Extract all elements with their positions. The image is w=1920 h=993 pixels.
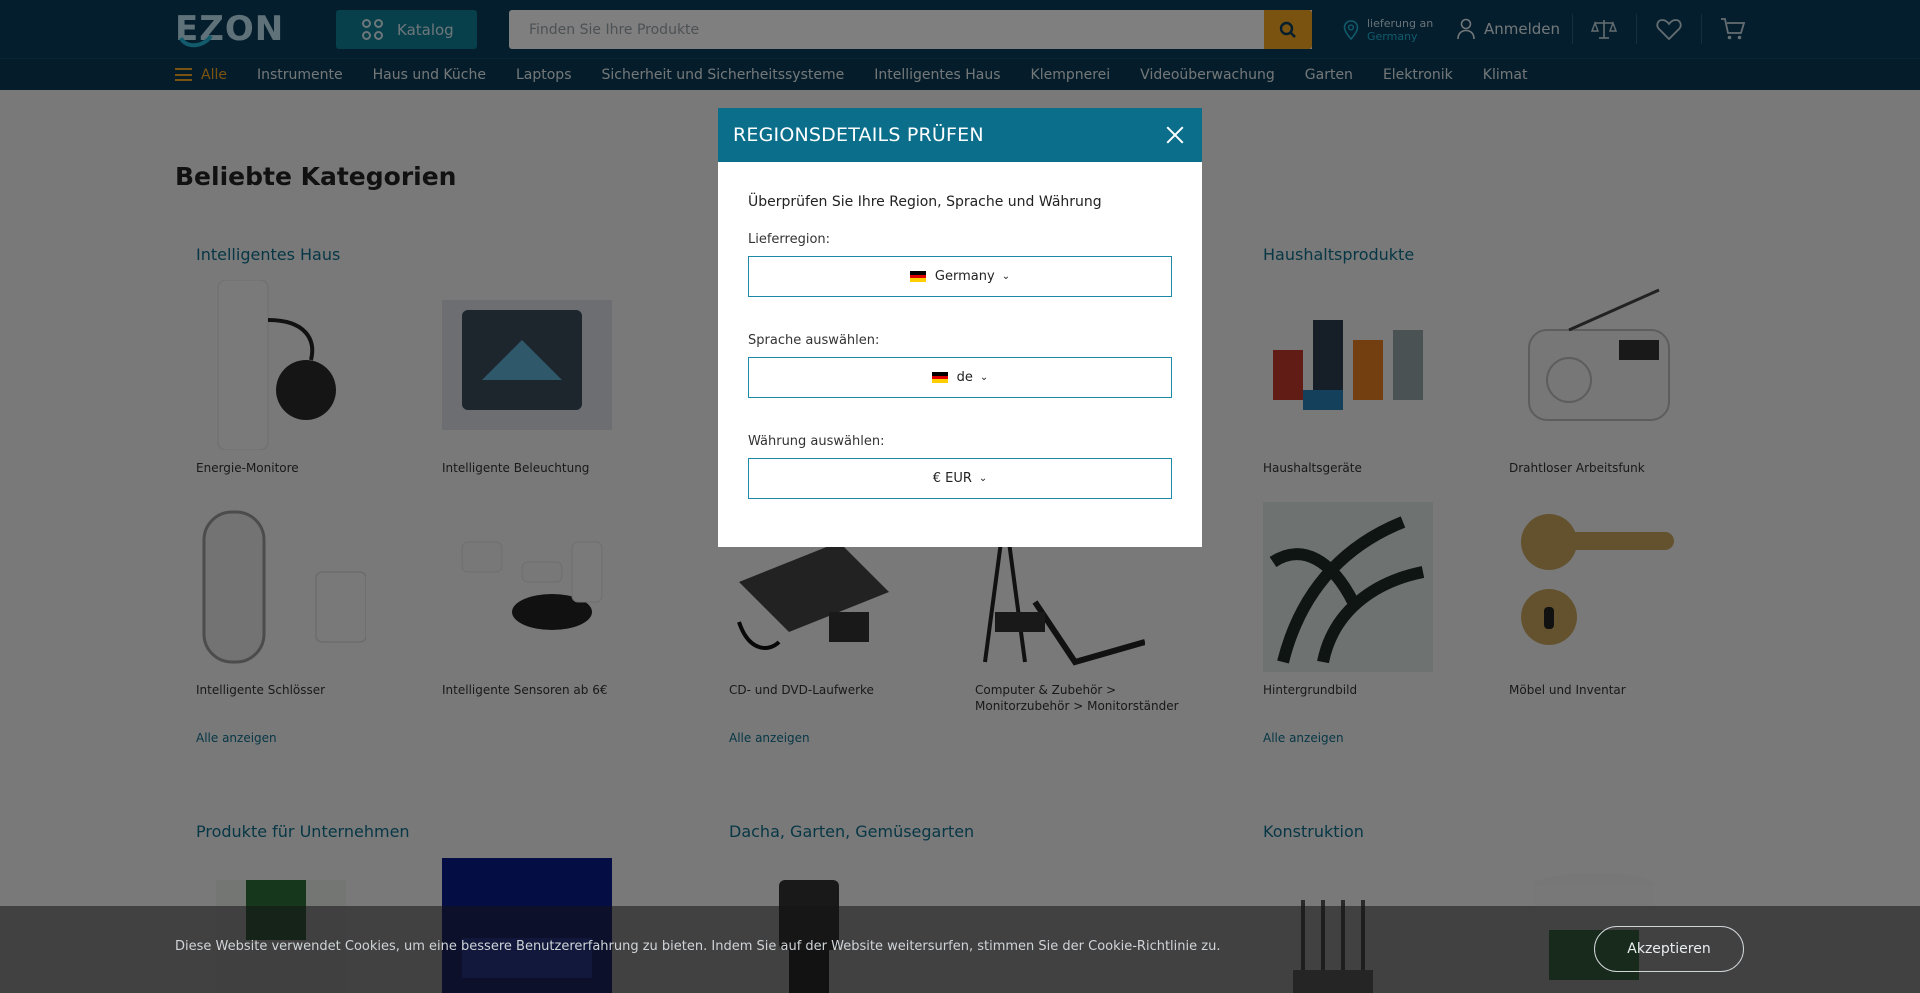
dialog-body: Überprüfen Sie Ihre Region, Sprache und … [718, 162, 1202, 499]
language-select[interactable]: de ⌄ [748, 357, 1172, 398]
cookie-banner: Diese Website verwendet Cookies, um eine… [0, 906, 1920, 993]
chevron-down-icon: ⌄ [979, 372, 989, 383]
language-label: Sprache auswählen: [748, 333, 880, 348]
germany-flag-icon [931, 372, 948, 384]
language-value: de [956, 370, 973, 385]
currency-select[interactable]: € EUR ⌄ [748, 458, 1172, 499]
dialog-header: REGIONSDETAILS PRÜFEN [718, 108, 1202, 162]
currency-value: € EUR [932, 471, 972, 486]
chevron-down-icon: ⌄ [978, 473, 988, 484]
close-icon[interactable] [1163, 123, 1187, 147]
dialog-title: REGIONSDETAILS PRÜFEN [733, 124, 984, 146]
germany-flag-icon [909, 271, 926, 283]
region-value: Germany [934, 269, 995, 284]
chevron-down-icon: ⌄ [1001, 271, 1011, 282]
region-label: Lieferregion: [748, 232, 831, 247]
dialog-description: Überprüfen Sie Ihre Region, Sprache und … [748, 194, 1102, 210]
accept-cookies-button[interactable]: Akzeptieren [1594, 926, 1744, 972]
cookie-text: Diese Website verwendet Cookies, um eine… [175, 939, 1221, 954]
region-select[interactable]: Germany ⌄ [748, 256, 1172, 297]
currency-label: Währung auswählen: [748, 434, 885, 449]
region-dialog: REGIONSDETAILS PRÜFEN Überprüfen Sie Ihr… [718, 108, 1202, 547]
